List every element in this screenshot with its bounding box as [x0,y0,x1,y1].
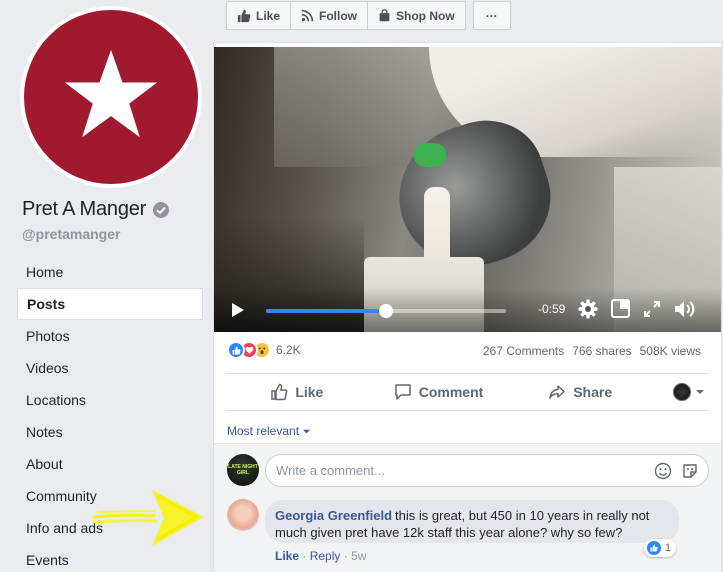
my-avatar[interactable]: LATE NIGHT GIRL [227,454,259,486]
comment-bubble-icon [394,384,411,400]
nav-item-videos[interactable]: Videos [17,352,203,384]
volume-icon[interactable] [674,299,696,319]
more-options-button[interactable]: ··· [472,1,511,30]
comment-button[interactable]: Comment [368,383,510,401]
nav-item-notes[interactable]: Notes [17,416,203,448]
yellow-arrow-right-icon [92,490,204,546]
video-frame-jug-label [414,143,446,167]
comment-sort-dropdown[interactable]: Most relevant [227,424,311,438]
picture-in-picture-icon[interactable] [611,299,630,318]
thumbs-up-outline-icon [271,383,288,401]
page-handle[interactable]: @pretamanger [22,226,120,242]
page-avatar-image [24,10,198,184]
comment-composer [265,454,709,487]
engagement-counts: 267 Comments 766 shares 508K views [483,344,701,358]
page-sidebar: Pret A Manger @pretamanger Home Posts Ph… [0,0,213,572]
post-as-selector[interactable] [651,383,709,401]
commenter-avatar[interactable] [227,499,259,531]
shopping-bag-icon [379,9,390,22]
like-reaction-icon [646,540,662,556]
emoji-icon[interactable] [654,462,672,480]
post-action-bar: Like Comment Share [226,373,709,411]
post-stats: 6.2K 267 Comments 766 shares 508K views [214,339,721,363]
thumbs-up-icon [237,9,251,22]
nav-item-photos[interactable]: Photos [17,320,203,352]
verified-badge-icon [153,201,170,218]
video-player[interactable]: -0:59 [214,47,721,332]
comment-sort-label: Most relevant [227,424,300,438]
caret-down-icon [302,429,311,433]
reactions-count: 6.2K [276,343,301,357]
comment-like-link[interactable]: Like [275,549,299,563]
comments-count-link[interactable]: 267 Comments [483,344,564,358]
video-controls: -0:59 [214,288,721,332]
fullscreen-icon[interactable] [644,301,660,317]
follow-page-label: Follow [319,8,358,23]
shop-now-button[interactable]: Shop Now [367,1,466,30]
like-post-button[interactable]: Like [226,383,368,401]
share-label: Share [573,384,613,400]
nav-item-about[interactable]: About [17,448,203,480]
comment-input[interactable] [276,463,654,478]
comment-reaction-badge[interactable]: 1 [644,539,677,557]
nav-item-home[interactable]: Home [17,256,203,288]
post-as-avatar [673,383,692,401]
comment-timestamp[interactable]: 5w [351,549,366,563]
caret-down-icon [696,390,705,394]
views-count: 508K views [639,344,701,358]
more-options-icon: ··· [485,8,498,23]
video-time-remaining: -0:59 [538,302,566,316]
like-page-label: Like [256,8,281,23]
comment-meta: Like · Reply · 5w [275,549,367,563]
page-name[interactable]: Pret A Manger [22,198,146,221]
video-progress-fill [266,309,386,313]
share-button[interactable]: Share [509,383,651,401]
nav-item-locations[interactable]: Locations [17,384,203,416]
page-name-row: Pret A Manger [22,198,170,221]
comment-label: Comment [418,384,484,400]
page-action-bar: Like Follow Shop Now ··· [226,1,511,30]
shop-now-label: Shop Now [396,8,455,23]
follow-page-button[interactable]: Follow [290,1,369,30]
page-avatar[interactable] [20,6,202,188]
white-star-icon [64,49,158,138]
share-arrow-icon [549,385,565,399]
comment-author[interactable]: Georgia Greenfield [275,508,392,523]
sticker-icon[interactable] [681,462,699,480]
gear-settings-icon[interactable] [578,299,598,319]
nav-item-posts[interactable]: Posts [17,288,203,320]
comment-reply-link[interactable]: Reply [310,549,341,563]
like-page-button[interactable]: Like [226,1,292,30]
video-post: -0:59 6.2K 267 Comments 766 shares 508K … [213,42,722,572]
comment-bubble: Georgia Greenfield this is great, but 450… [265,500,679,549]
like-reaction-icon [227,341,245,359]
reactions-summary[interactable]: 6.2K [227,341,301,359]
my-avatar-text: LATE NIGHT GIRL [228,464,258,476]
comment-like-count: 1 [665,542,672,554]
video-scrubber-handle[interactable] [379,304,393,318]
like-post-label: Like [295,384,324,400]
video-progress-bar[interactable] [266,304,506,318]
play-icon[interactable] [231,302,245,318]
shares-count-link[interactable]: 766 shares [572,344,631,358]
rss-follow-icon [301,9,314,22]
